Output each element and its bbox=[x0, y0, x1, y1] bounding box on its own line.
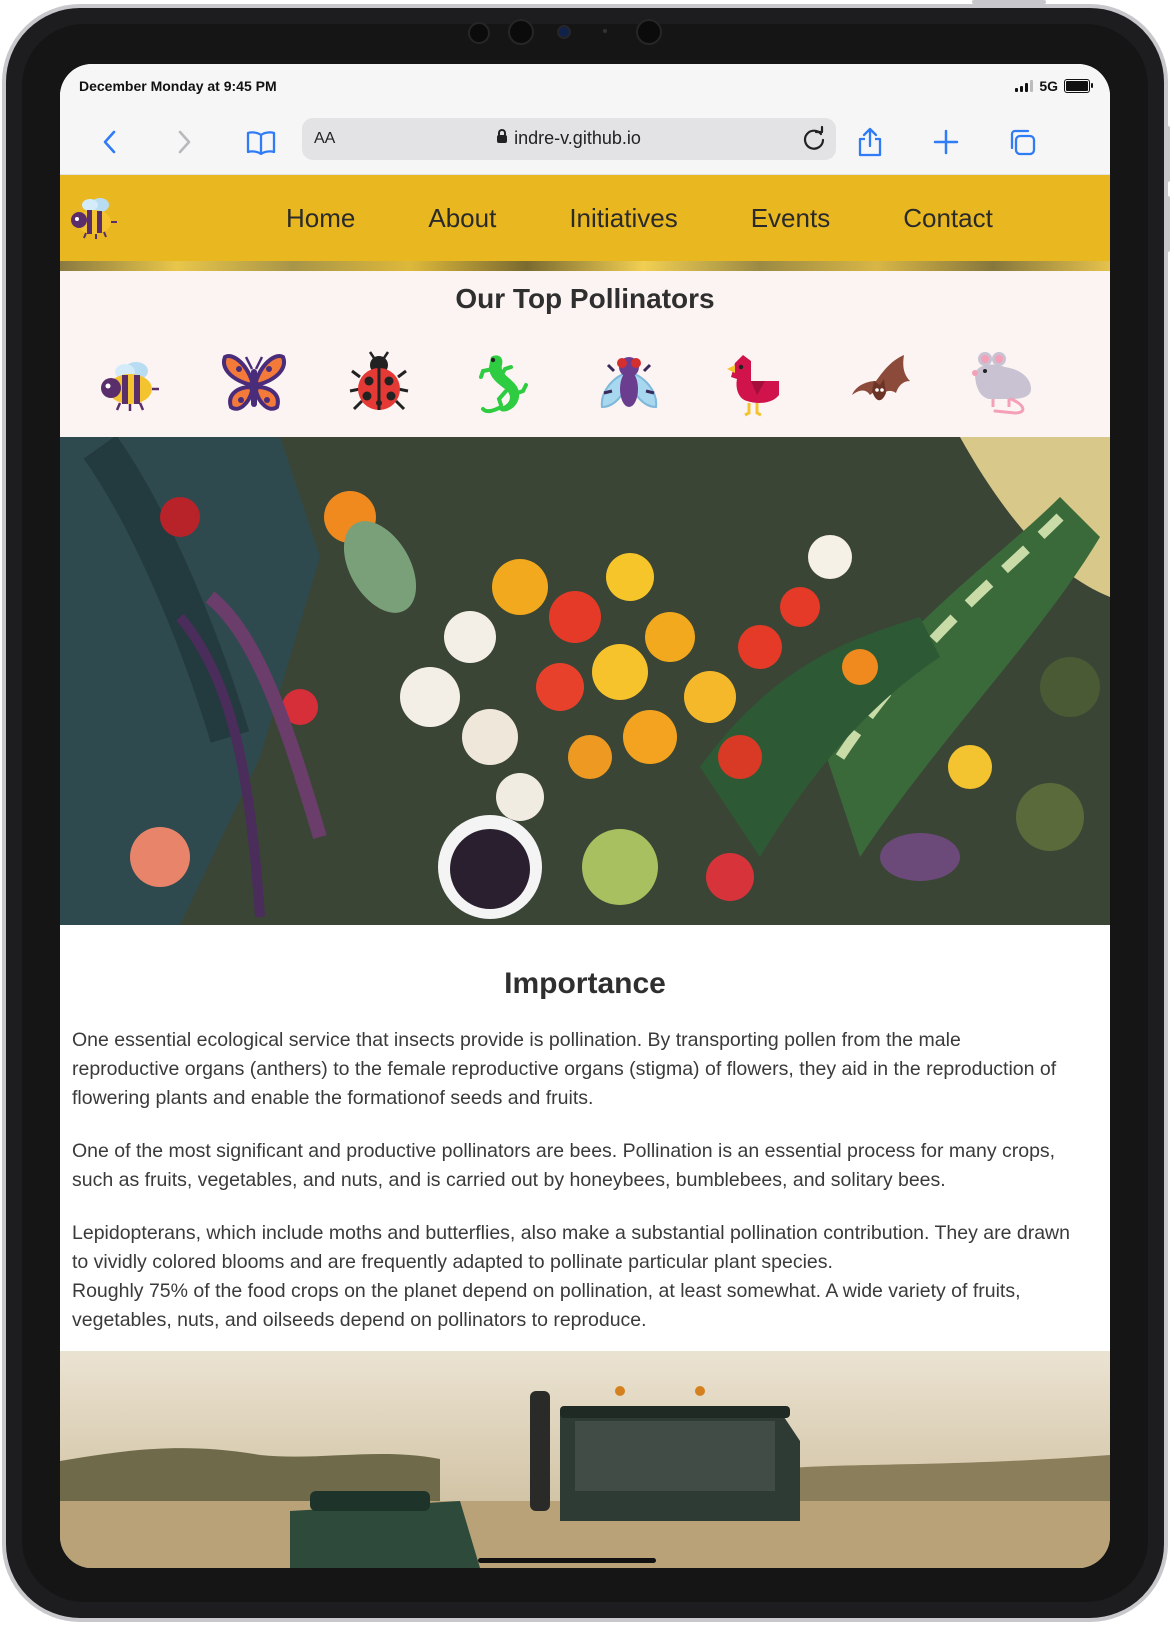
tablet-frame: December Monday at 9:45 PM 5G AA indre-v… bbox=[0, 0, 1170, 1626]
importance-paragraph: One essential ecological service that in… bbox=[72, 1029, 1057, 1109]
hero-image-edge bbox=[60, 261, 1110, 271]
pollinators-section: Our Top Pollinators bbox=[60, 271, 1110, 437]
address-bar[interactable]: AA indre-v.github.io bbox=[302, 118, 836, 160]
mouse-icon bbox=[972, 352, 1031, 415]
volume-down-button bbox=[1166, 196, 1170, 252]
site-navbar: Home About Initiatives Events Contact bbox=[60, 175, 1110, 261]
url-text: indre-v.github.io bbox=[514, 128, 641, 148]
status-indicators: 5G bbox=[1015, 78, 1093, 94]
bookmarks-icon[interactable] bbox=[241, 122, 281, 162]
fly-icon bbox=[600, 357, 658, 409]
camera-lens bbox=[557, 25, 571, 39]
bee-icon bbox=[101, 362, 159, 411]
back-icon[interactable] bbox=[90, 122, 130, 162]
bee-logo-icon[interactable] bbox=[66, 191, 120, 241]
nav-initiatives-link[interactable]: Initiatives bbox=[569, 203, 677, 234]
importance-body: One essential ecological service that in… bbox=[72, 1026, 1072, 1335]
importance-paragraph: Lepidopterans, which include moths and b… bbox=[72, 1222, 1070, 1273]
sensor-dot bbox=[468, 22, 490, 44]
new-tab-icon[interactable] bbox=[926, 122, 966, 162]
tractor-photo bbox=[60, 1351, 1110, 1568]
tabs-overview-icon[interactable] bbox=[1002, 122, 1042, 162]
share-icon[interactable] bbox=[850, 122, 890, 162]
importance-paragraph: One of the most significant and producti… bbox=[72, 1140, 1056, 1191]
ladybug-icon bbox=[349, 351, 409, 411]
nav-menu: Home About Initiatives Events Contact bbox=[286, 175, 993, 261]
volume-up-button bbox=[1166, 126, 1170, 182]
pollinator-icons-row bbox=[96, 351, 1076, 421]
bat-icon bbox=[852, 355, 910, 401]
screen: December Monday at 9:45 PM 5G AA indre-v… bbox=[60, 64, 1110, 1568]
produce-photo bbox=[60, 437, 1110, 925]
signal-icon bbox=[1015, 80, 1034, 92]
produce-photo-image bbox=[60, 437, 1110, 925]
butterfly-icon bbox=[222, 354, 286, 411]
importance-title: Importance bbox=[504, 967, 666, 1000]
lizard-icon bbox=[479, 355, 528, 414]
pollinators-title: Our Top Pollinators bbox=[455, 283, 715, 314]
battery-icon bbox=[1064, 79, 1093, 93]
browser-toolbar: AA indre-v.github.io bbox=[60, 108, 1110, 175]
status-time: December Monday at 9:45 PM bbox=[79, 78, 277, 94]
nav-about-link[interactable]: About bbox=[428, 203, 496, 234]
top-button bbox=[972, 0, 1046, 4]
bird-icon bbox=[727, 355, 779, 417]
nav-home-link[interactable]: Home bbox=[286, 203, 355, 234]
sensor-dot bbox=[603, 29, 607, 33]
sensor-dot bbox=[508, 19, 534, 45]
importance-section: Importance One essential ecological serv… bbox=[60, 925, 1110, 1351]
nav-events-link[interactable]: Events bbox=[751, 203, 831, 234]
forward-icon[interactable] bbox=[164, 122, 204, 162]
status-bar: December Monday at 9:45 PM 5G bbox=[60, 64, 1110, 108]
nav-contact-link[interactable]: Contact bbox=[903, 203, 993, 234]
reload-icon[interactable] bbox=[800, 125, 828, 153]
url-host[interactable]: indre-v.github.io bbox=[302, 128, 836, 149]
lock-icon bbox=[497, 129, 508, 143]
home-indicator[interactable] bbox=[478, 1558, 656, 1563]
network-label: 5G bbox=[1039, 78, 1058, 94]
tractor-photo-image bbox=[60, 1351, 1110, 1568]
importance-paragraph: Roughly 75% of the food crops on the pla… bbox=[72, 1280, 1021, 1331]
sensor-dot bbox=[636, 19, 662, 45]
